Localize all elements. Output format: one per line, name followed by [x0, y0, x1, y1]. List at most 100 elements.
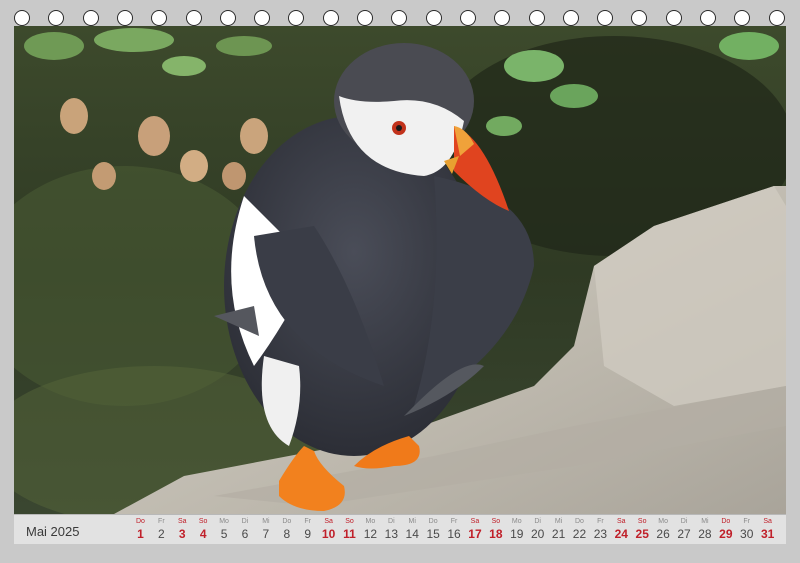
weekday-label: Do: [135, 518, 145, 525]
calendar-strip: Mai 2025 Do 1 Fr 2 Sa 3 So 4 Mo 5 Di 6 Mi 7 Do 8 Fr 9 Sa 10…: [14, 514, 786, 544]
weekday-label: Sa: [617, 518, 626, 525]
day-number: 21: [551, 527, 566, 541]
day-number: 15: [426, 527, 440, 541]
calendar-day: Do 15: [423, 515, 444, 545]
day-number: 5: [220, 527, 228, 541]
binding-ring: [425, 10, 442, 26]
weekday-label: Di: [680, 518, 688, 525]
day-number: 1: [137, 527, 144, 541]
weekday-label: Fr: [304, 518, 311, 525]
calendar-day: Mo 5: [214, 515, 235, 545]
weekday-label: Fr: [597, 518, 604, 525]
day-number: 30: [740, 527, 754, 541]
calendar-day: Do 29: [715, 515, 736, 545]
weekday-label: Mo: [365, 518, 376, 525]
weekday-label: Di: [534, 518, 541, 525]
calendar-day: Do 1: [130, 515, 151, 545]
weekday-label: So: [637, 518, 647, 525]
day-number: 11: [343, 527, 356, 541]
weekday-label: Do: [428, 518, 438, 525]
calendar-day: So 4: [193, 515, 214, 545]
spiral-binding: [0, 0, 800, 28]
binding-ring: [391, 10, 408, 26]
calendar-day: Mo 19: [506, 515, 527, 545]
binding-ring: [631, 10, 648, 26]
calendar-day: Sa 17: [465, 515, 486, 545]
binding-ring: [357, 10, 373, 26]
day-number: 23: [593, 527, 608, 541]
binding-ring: [254, 10, 271, 26]
weekday-label: Do: [282, 518, 292, 525]
calendar-day: Fr 23: [590, 515, 611, 545]
day-number: 26: [656, 527, 670, 541]
day-number: 20: [530, 527, 545, 541]
calendar-day: So 18: [485, 515, 506, 545]
calendar-day: Do 8: [276, 515, 297, 545]
calendar-day: Di 13: [381, 515, 402, 545]
weekday-label: So: [345, 518, 354, 525]
weekday-label: Sa: [324, 518, 333, 525]
calendar-day: So 11: [339, 515, 360, 545]
day-number: 27: [677, 527, 691, 541]
weekday-label: Sa: [177, 518, 187, 525]
day-number: 28: [698, 527, 712, 541]
calendar-day: Fr 16: [444, 515, 465, 545]
calendar-day: Mi 21: [548, 515, 569, 545]
binding-ring: [528, 10, 545, 26]
day-number: 18: [489, 527, 503, 541]
binding-ring: [494, 10, 511, 26]
day-number: 29: [719, 527, 733, 541]
calendar-day: So 25: [632, 515, 653, 545]
binding-ring: [14, 10, 30, 26]
day-number: 13: [384, 527, 398, 541]
puffin-photo: [14, 26, 786, 514]
weekday-label: So: [198, 518, 208, 525]
weekday-label: Sa: [470, 518, 480, 525]
day-number: 4: [199, 527, 207, 541]
day-number: 14: [405, 527, 419, 541]
calendar-day: Sa 31: [757, 515, 778, 545]
day-number: 10: [321, 527, 336, 541]
weekday-label: Mo: [658, 518, 668, 525]
weekday-label: Di: [388, 518, 395, 525]
binding-ring: [219, 10, 236, 26]
day-number: 19: [510, 527, 524, 541]
day-number: 3: [178, 527, 186, 541]
binding-ring: [322, 10, 339, 26]
day-number: 9: [304, 527, 312, 541]
weekday-label: Mo: [511, 518, 522, 525]
day-number: 12: [363, 527, 378, 541]
day-list: Do 1 Fr 2 Sa 3 So 4 Mo 5 Di 6 Mi 7 Do 8 Fr 9 Sa 10 So 11 Mo 12 D…: [130, 515, 778, 545]
binding-ring: [768, 10, 785, 26]
puffin-illustration: [14, 26, 786, 514]
weekday-label: Do: [575, 518, 584, 525]
month-label: Mai 2025: [26, 524, 80, 539]
calendar-day: Fr 2: [151, 515, 172, 545]
binding-ring: [82, 10, 99, 26]
calendar-day: Di 6: [235, 515, 256, 545]
weekday-label: Mi: [262, 518, 270, 525]
binding-ring: [459, 10, 476, 26]
binding-ring: [665, 10, 682, 26]
day-number: 17: [468, 527, 482, 541]
binding-ring: [116, 10, 133, 26]
weekday-label: Fr: [743, 518, 751, 525]
bottom-margin: [0, 544, 800, 563]
weekday-label: So: [491, 518, 501, 525]
calendar-day: Mo 26: [653, 515, 674, 545]
weekday-label: Fr: [158, 518, 165, 525]
calendar-day: Mi 28: [694, 515, 715, 545]
weekday-label: Mi: [554, 518, 563, 525]
weekday-label: Sa: [763, 518, 772, 525]
day-number: 24: [614, 527, 628, 541]
binding-ring: [288, 10, 305, 26]
day-number: 22: [572, 527, 587, 541]
day-number: 16: [447, 527, 461, 541]
binding-ring: [734, 10, 751, 26]
weekday-label: Mi: [408, 518, 416, 525]
calendar-day: Sa 10: [318, 515, 339, 545]
day-number: 25: [635, 527, 649, 541]
calendar-day: Sa 3: [172, 515, 193, 545]
weekday-label: Mo: [219, 518, 229, 525]
calendar-day: Mo 12: [360, 515, 381, 545]
